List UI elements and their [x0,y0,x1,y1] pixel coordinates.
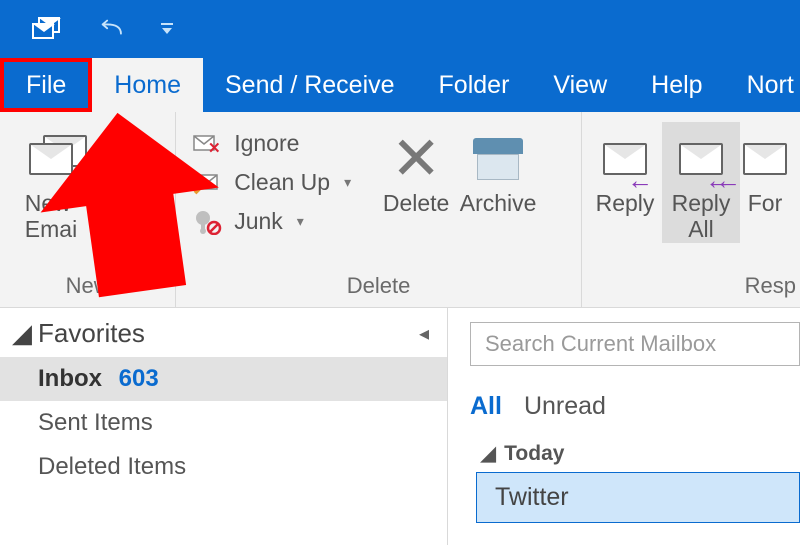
tab-help[interactable]: Help [629,58,724,112]
tab-home[interactable]: Home [92,58,203,112]
caret-down-icon: ◢ [12,318,32,349]
junk-button[interactable]: Junk ▾ [186,206,357,237]
forward-button[interactable]: For [740,122,790,216]
filter-bar: All Unread [470,392,800,421]
message-list-pane: Search Current Mailbox All Unread ◢ Toda… [448,308,800,545]
folder-name: Inbox [38,365,102,392]
favorites-header[interactable]: ◢Favorites ◂ [0,308,447,357]
filter-all[interactable]: All [470,392,502,421]
delete-button[interactable]: ✕ Delete [375,122,457,216]
message-sender: Twitter [495,483,569,511]
ignore-button[interactable]: ✕ Ignore [186,128,357,159]
tab-folder[interactable]: Folder [417,58,532,112]
customize-qat-caret-icon[interactable] [160,22,174,36]
tab-view[interactable]: View [531,58,629,112]
chevron-down-icon: ▾ [297,213,304,230]
mail-stack-icon[interactable] [32,17,62,41]
folder-name: Deleted Items [38,453,186,480]
ribbon: New Emai New ✕ Ignore Clean Up ▾ [0,112,800,308]
cleanup-icon [192,170,224,196]
delete-label: Delete [383,190,449,216]
search-input[interactable]: Search Current Mailbox [470,322,800,366]
reply-button[interactable]: ← Reply [588,122,662,216]
collapse-pane-icon[interactable]: ◂ [419,321,429,346]
junk-label: Junk [234,208,283,235]
new-email-label: New Emai [25,190,77,243]
content-area: ◢Favorites ◂ Inbox 603 Sent Items Delete… [0,308,800,545]
date-group-label: Today [504,442,564,466]
caret-down-icon: ◢ [480,441,496,466]
delete-x-icon: ✕ [391,144,441,174]
envelope-icon [743,143,787,175]
ignore-label: Ignore [234,130,299,157]
ribbon-group-delete: ✕ Ignore Clean Up ▾ Junk ▾ [176,112,582,307]
tab-norton[interactable]: Nort [725,58,800,112]
favorites-label: Favorites [38,318,145,349]
new-email-button[interactable]: New Emai [10,122,92,243]
ribbon-group-respond: ← Reply ←← Reply All For Resp [582,112,800,307]
ribbon-group-label: Delete [176,273,581,307]
cleanup-label: Clean Up [234,169,330,196]
ignore-icon: ✕ [192,131,224,157]
junk-icon [192,209,224,235]
quick-access-toolbar [0,0,800,58]
cleanup-button[interactable]: Clean Up ▾ [186,167,357,198]
forward-label: For [748,190,783,216]
reply-all-label: Reply All [672,190,731,243]
undo-icon[interactable] [98,16,124,42]
message-list-item[interactable]: Twitter [476,472,800,523]
tab-send-receive[interactable]: Send / Receive [203,58,417,112]
archive-button[interactable]: Archive [457,122,539,216]
filter-unread[interactable]: Unread [524,392,606,421]
date-group-header[interactable]: ◢ Today [480,441,800,466]
reply-all-button[interactable]: ←← Reply All [662,122,740,243]
archive-box-icon [473,138,523,180]
folder-item-deleted[interactable]: Deleted Items [0,445,447,489]
envelope-icon [29,143,73,175]
ribbon-group-label: New [0,273,175,307]
reply-all-arrow-icon: ←← [705,166,725,196]
folder-item-inbox[interactable]: Inbox 603 [0,357,447,401]
ribbon-group-new: New Emai New [0,112,176,307]
ribbon-group-label: Resp [582,273,800,307]
tab-file[interactable]: File [0,58,92,112]
chevron-down-icon: ▾ [344,174,351,191]
reply-arrow-icon: ← [627,166,653,196]
menu-bar: File Home Send / Receive Folder View Hel… [0,58,800,112]
archive-label: Archive [460,190,537,216]
search-placeholder: Search Current Mailbox [485,331,716,357]
svg-text:✕: ✕ [208,140,221,156]
folder-item-sent[interactable]: Sent Items [0,401,447,445]
folder-name: Sent Items [38,409,153,436]
unread-count: 603 [119,365,159,392]
folder-pane: ◢Favorites ◂ Inbox 603 Sent Items Delete… [0,308,448,545]
